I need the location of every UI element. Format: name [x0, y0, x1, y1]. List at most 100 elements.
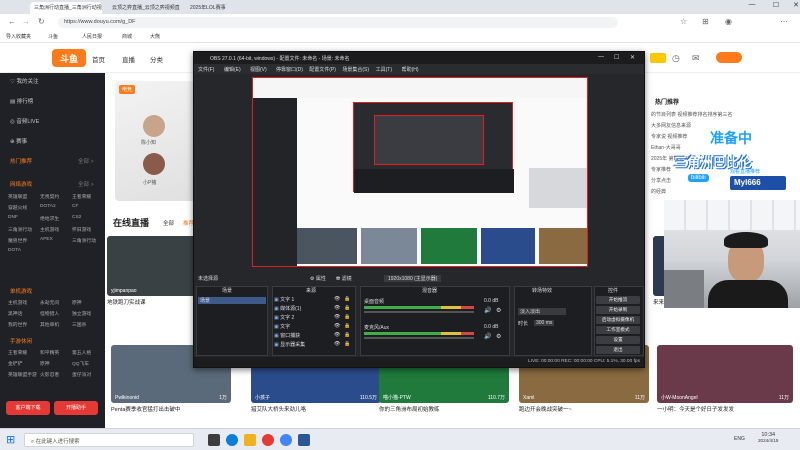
sidebar-hot-more[interactable]: 全部 >: [78, 157, 94, 165]
recommend-name[interactable]: 陈小知: [141, 139, 156, 146]
edge-icon[interactable]: [226, 434, 238, 446]
obs-close-icon[interactable]: ✕: [630, 54, 635, 61]
mixer-volume-slider[interactable]: [364, 311, 474, 313]
sidebar-category-link[interactable]: 三角洲行动: [72, 237, 96, 244]
sidebar-category-link[interactable]: 无畏契约: [40, 193, 59, 200]
trending-item[interactable]: 的节目列表 视频推荐排名排序第三名: [651, 111, 732, 118]
sidebar-category-link[interactable]: 蛋仔派对: [72, 371, 91, 378]
back-icon[interactable]: ←: [8, 17, 16, 26]
file-explorer-icon[interactable]: [244, 434, 256, 446]
bookmark-import[interactable]: 导入收藏夹: [6, 33, 31, 40]
speaker-icon[interactable]: 🔊: [484, 307, 491, 314]
start-live-button[interactable]: [716, 52, 742, 63]
bookmark-bear[interactable]: 大熊: [150, 33, 160, 40]
sidebar-category-link[interactable]: 黑神话: [8, 310, 22, 317]
obs-properties-button[interactable]: ⚙ 属性: [310, 275, 326, 282]
gear-icon[interactable]: ⚙: [496, 333, 501, 340]
sidebar-category-link[interactable]: DOTA2: [40, 204, 56, 209]
nav-category[interactable]: 分类: [150, 54, 163, 64]
sidebar-item-audio[interactable]: ◎ 音频LIVE: [10, 117, 39, 125]
nav-live[interactable]: 直播: [122, 54, 135, 64]
live-card-title[interactable]: 一小明：今天是个好日子发发发: [657, 405, 734, 413]
lock-icon[interactable]: 🔒: [344, 323, 350, 329]
gear-icon[interactable]: ⚙: [496, 307, 501, 314]
sidebar-category-link[interactable]: 原神: [72, 299, 82, 306]
lock-icon[interactable]: 🔒: [344, 314, 350, 320]
sidebar-category-link[interactable]: 魔兽世界: [8, 237, 27, 244]
obs-control-button[interactable]: 启动虚拟摄像机: [596, 316, 640, 324]
profile-icon[interactable]: ◉: [725, 17, 732, 26]
sidebar-category-link[interactable]: 火影忍者: [40, 371, 59, 378]
sidebar-category-link[interactable]: 怪物猎人: [40, 310, 59, 317]
reload-icon[interactable]: ↻: [38, 17, 45, 26]
taskbar-search-input[interactable]: ⌕ 在此键入进行搜索: [24, 433, 194, 447]
eye-icon[interactable]: 👁: [334, 314, 340, 320]
sidebar-category-link[interactable]: 金铲铲: [8, 360, 22, 367]
bookmark-people[interactable]: 人民日报: [82, 33, 102, 40]
sidebar-category-link[interactable]: QQ飞车: [72, 360, 89, 367]
obs-menu-item[interactable]: 文件(F): [198, 66, 214, 73]
obs-menu-item[interactable]: 编辑(E): [224, 66, 241, 73]
obs-control-button[interactable]: 工作室模式: [596, 326, 640, 334]
app-icon[interactable]: [298, 434, 310, 446]
url-input[interactable]: https://www.douyu.com/g_DF: [58, 17, 618, 28]
obs-scene-item[interactable]: 场景: [198, 297, 266, 304]
sidebar-category-link[interactable]: 其他单机: [40, 321, 59, 328]
sidebar-category-link[interactable]: CS2: [72, 215, 81, 220]
douyu-logo[interactable]: 斗鱼: [52, 49, 86, 67]
obs-menu-item[interactable]: 停靠窗口(D): [276, 66, 303, 73]
sidebar-item-rank[interactable]: ▤ 排行榜: [10, 97, 33, 105]
obs-menu-item[interactable]: 帮助(H): [402, 66, 419, 73]
avatar[interactable]: [143, 153, 165, 175]
obs-control-button[interactable]: 设置: [596, 336, 640, 344]
sidebar-category-link[interactable]: 原神: [40, 360, 50, 367]
filter-all[interactable]: 全部: [163, 219, 174, 227]
sidebar-category-link[interactable]: 绝地求生: [40, 215, 59, 222]
obs-source-item[interactable]: ▣ 显示器采集 👁 🔒: [274, 341, 354, 348]
obs-control-button[interactable]: 开始推流: [596, 296, 640, 304]
tab-douyu-df[interactable]: 三角洲行动直播_三角洲行动视频直...: [30, 2, 102, 14]
menu-icon[interactable]: ⋯: [780, 17, 788, 26]
sidebar-category-link[interactable]: 英雄联盟: [8, 193, 27, 200]
eye-icon[interactable]: 👁: [334, 332, 340, 338]
sidebar-item-follow[interactable]: ♡ 我的关注: [10, 77, 38, 85]
lock-icon[interactable]: 🔒: [344, 332, 350, 338]
sidebar-category-link[interactable]: 永劫无间: [40, 299, 59, 306]
obs-source-item[interactable]: ▣ 媒体源(1) 👁 🔒: [274, 305, 354, 312]
sidebar-category-link[interactable]: 三角洲行动: [8, 226, 32, 233]
lock-icon[interactable]: 🔒: [344, 305, 350, 311]
obs-preview[interactable]: [252, 77, 588, 267]
live-card-thumbnail[interactable]: 小W-MoonAngel 11万: [657, 345, 793, 403]
nav-home[interactable]: 首页: [92, 54, 105, 64]
message-icon[interactable]: ✉: [692, 53, 700, 64]
sidebar-category-link[interactable]: 第五人格: [72, 349, 91, 356]
obs-source-item[interactable]: ▣ 文字 1 👁 🔒: [274, 296, 354, 303]
eye-icon[interactable]: 👁: [334, 305, 340, 311]
chrome-icon[interactable]: [280, 434, 292, 446]
sidebar-category-link[interactable]: 三国杀: [72, 321, 86, 328]
sidebar-category-link[interactable]: 穿越火线: [8, 204, 27, 211]
minimize-icon[interactable]: —: [740, 1, 764, 13]
forward-icon[interactable]: →: [22, 17, 30, 26]
obs-menu-item[interactable]: 配置文件(P): [309, 66, 336, 73]
live-helper-button[interactable]: 开播助手: [54, 401, 98, 415]
avatar[interactable]: [143, 115, 165, 137]
download-client-button[interactable]: 客户端下载: [6, 401, 50, 415]
close-icon[interactable]: ✕: [784, 1, 800, 13]
sidebar-category-link[interactable]: 独立游戏: [72, 310, 91, 317]
obs-transition-select[interactable]: 淡入淡出: [518, 308, 566, 315]
obs-source-item[interactable]: ▣ 文字 2 👁 🔒: [274, 314, 354, 321]
obs-duration-input[interactable]: 300 ms: [534, 320, 555, 326]
obs-minimize-icon[interactable]: —: [598, 54, 604, 60]
tab-lol[interactable]: 2025年LOL赛事: [186, 2, 256, 14]
sidebar-category-link[interactable]: 和平精英: [40, 349, 59, 356]
task-view-icon[interactable]: [208, 434, 220, 446]
sidebar-category-link[interactable]: 我的世界: [8, 321, 27, 328]
sidebar-item-match[interactable]: ⊕ 赛事: [10, 137, 27, 145]
live-card-title[interactable]: Penta赛季收官猛打出击破中: [111, 405, 180, 413]
favorites-icon[interactable]: ☆: [680, 17, 687, 26]
live-card-title[interactable]: 跑边开会晚战突破一~: [519, 405, 572, 413]
obs-display-select[interactable]: 1920x1080 (主显示器): [384, 275, 442, 282]
obs-app-icon[interactable]: [262, 434, 274, 446]
speaker-icon[interactable]: 🔊: [484, 333, 491, 340]
